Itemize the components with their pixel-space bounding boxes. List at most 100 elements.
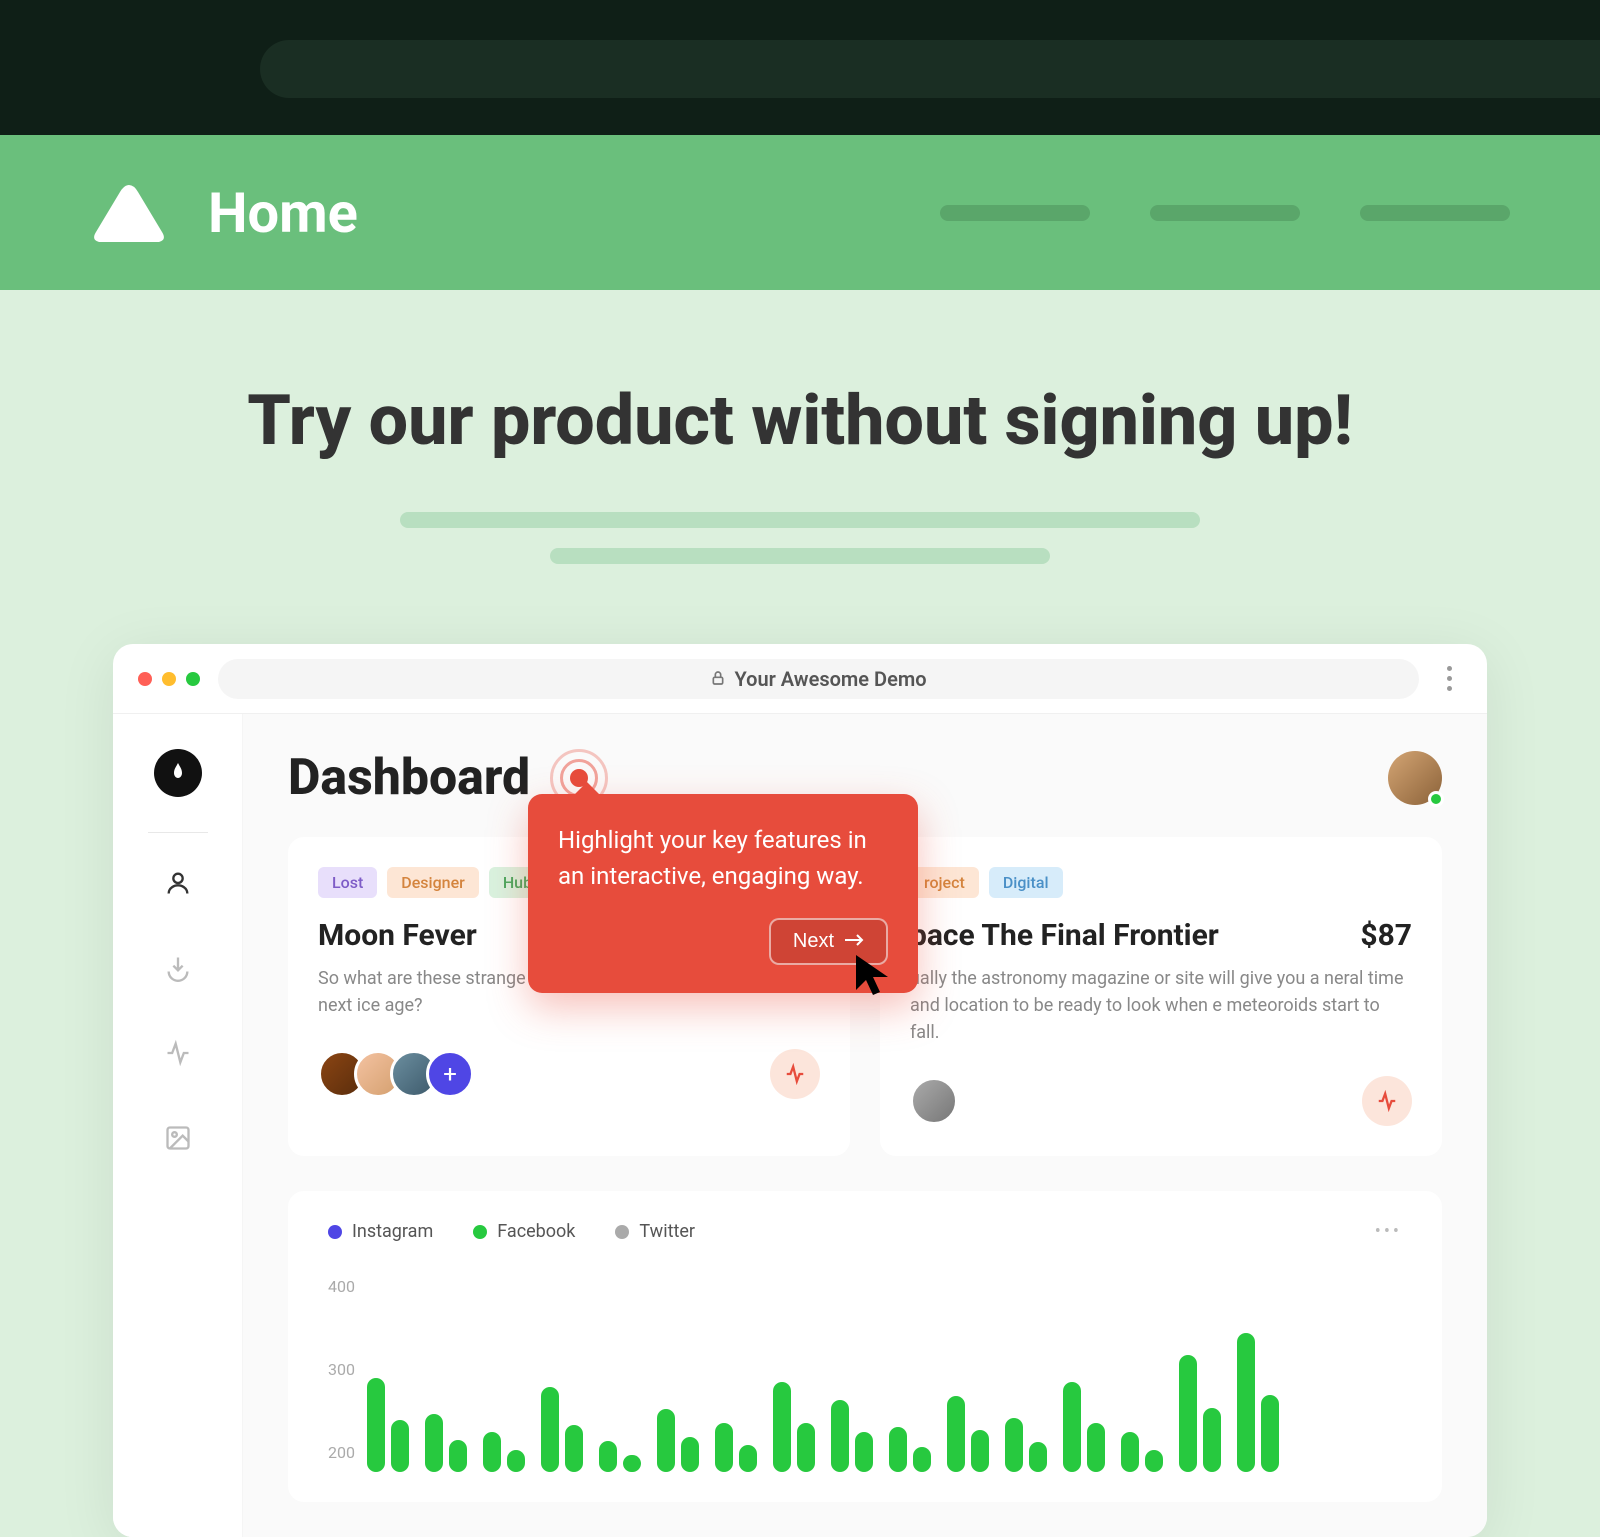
bar[interactable]	[889, 1427, 907, 1472]
project-card[interactable]: roject Digital pace The Final Frontier $…	[880, 837, 1442, 1156]
legend-label: Facebook	[497, 1221, 575, 1242]
legend-item[interactable]: Facebook	[473, 1221, 575, 1242]
activity-button[interactable]	[1362, 1076, 1412, 1126]
logo-icon[interactable]	[90, 180, 168, 245]
tag[interactable]: Lost	[318, 867, 377, 898]
user-avatar[interactable]	[1388, 751, 1442, 805]
chart-card: Instagram Facebook Twitter ••• 400	[288, 1191, 1442, 1502]
hero-section: Try our product without signing up!	[0, 290, 1600, 644]
tag[interactable]: Digital	[989, 867, 1063, 898]
chart-more-icon[interactable]: •••	[1375, 1221, 1402, 1242]
image-icon[interactable]	[163, 1123, 193, 1153]
add-member-button[interactable]: +	[426, 1050, 474, 1098]
y-tick: 200	[328, 1443, 355, 1462]
bar-group	[1063, 1382, 1105, 1472]
nav-home[interactable]: Home	[208, 180, 358, 246]
bar[interactable]	[1237, 1333, 1255, 1473]
bar[interactable]	[739, 1445, 757, 1472]
nav-link-placeholder[interactable]	[940, 205, 1090, 221]
y-tick: 400	[328, 1277, 355, 1296]
cursor-icon	[848, 950, 898, 1000]
demo-url-text: Your Awesome Demo	[734, 667, 926, 691]
next-button-label: Next	[793, 930, 834, 953]
hero-subtitle-placeholder	[400, 512, 1200, 528]
bar[interactable]	[855, 1432, 873, 1472]
bar-group	[831, 1400, 873, 1472]
bar-group	[1005, 1418, 1047, 1472]
window-minimize-icon[interactable]	[162, 672, 176, 686]
lock-icon	[710, 667, 726, 691]
page-header: Home	[0, 135, 1600, 290]
bar-group	[889, 1427, 931, 1472]
tooltip-text: Highlight your key features in an intera…	[558, 822, 888, 894]
window-close-icon[interactable]	[138, 672, 152, 686]
outer-url-bar[interactable]	[260, 40, 1600, 98]
bar[interactable]	[1005, 1418, 1023, 1472]
demo-url-bar[interactable]: Your Awesome Demo	[218, 659, 1419, 699]
tag[interactable]: roject	[910, 867, 979, 898]
bar[interactable]	[1121, 1432, 1139, 1473]
bar-group	[425, 1414, 467, 1473]
bar[interactable]	[1179, 1355, 1197, 1472]
bar[interactable]	[831, 1400, 849, 1472]
bar[interactable]	[507, 1450, 525, 1472]
bar[interactable]	[449, 1440, 467, 1472]
bar-group	[1179, 1355, 1221, 1472]
nav-link-placeholder[interactable]	[1150, 205, 1300, 221]
bar-group	[773, 1382, 815, 1472]
bar[interactable]	[623, 1455, 641, 1472]
bar-group	[367, 1378, 409, 1473]
bar[interactable]	[773, 1382, 791, 1472]
nav-links	[940, 205, 1510, 221]
tag-list: roject Digital	[910, 867, 1412, 898]
legend-item[interactable]: Twitter	[615, 1221, 695, 1242]
y-tick: 300	[328, 1360, 355, 1379]
nav-link-placeholder[interactable]	[1360, 205, 1510, 221]
bar[interactable]	[797, 1423, 815, 1473]
bar[interactable]	[715, 1423, 733, 1473]
bar-group	[541, 1387, 583, 1473]
bar[interactable]	[1063, 1382, 1081, 1472]
bar[interactable]	[1029, 1442, 1047, 1472]
bar[interactable]	[541, 1387, 559, 1473]
bar[interactable]	[913, 1447, 931, 1472]
legend-item[interactable]: Instagram	[328, 1221, 433, 1242]
chart-area: 400 300 200	[328, 1277, 1402, 1472]
user-icon[interactable]	[163, 868, 193, 898]
activity-icon[interactable]	[163, 1038, 193, 1068]
bar-group	[657, 1409, 699, 1472]
bar[interactable]	[1203, 1408, 1221, 1472]
app-logo-icon[interactable]	[154, 749, 202, 797]
bar[interactable]	[599, 1441, 617, 1473]
bar[interactable]	[367, 1378, 385, 1473]
avatar[interactable]	[910, 1077, 958, 1125]
card-price: $87	[1360, 918, 1412, 953]
bar[interactable]	[1087, 1423, 1105, 1473]
card-description: ually the astronomy magazine or site wil…	[910, 965, 1412, 1046]
more-menu-icon[interactable]	[1437, 666, 1462, 691]
bar-group	[483, 1432, 525, 1473]
bar[interactable]	[391, 1420, 409, 1472]
bar[interactable]	[425, 1414, 443, 1473]
bar[interactable]	[947, 1396, 965, 1473]
demo-browser-window: Your Awesome Demo	[113, 644, 1487, 1537]
bar[interactable]	[483, 1432, 501, 1473]
window-maximize-icon[interactable]	[186, 672, 200, 686]
activity-button[interactable]	[770, 1049, 820, 1099]
demo-sidebar	[113, 714, 243, 1537]
tour-tooltip: Highlight your key features in an intera…	[528, 794, 918, 993]
bar[interactable]	[681, 1437, 699, 1472]
legend-color-icon	[473, 1225, 487, 1239]
bar[interactable]	[565, 1425, 583, 1472]
tag[interactable]: Designer	[387, 867, 479, 898]
bar[interactable]	[971, 1430, 989, 1472]
bar-group	[1237, 1333, 1279, 1473]
bar[interactable]	[657, 1409, 675, 1472]
legend-color-icon	[615, 1225, 629, 1239]
bar[interactable]	[1145, 1450, 1163, 1472]
bar-group	[599, 1441, 641, 1473]
bar[interactable]	[1261, 1395, 1279, 1472]
legend-color-icon	[328, 1225, 342, 1239]
legend-label: Instagram	[352, 1221, 433, 1242]
download-icon[interactable]	[163, 953, 193, 983]
